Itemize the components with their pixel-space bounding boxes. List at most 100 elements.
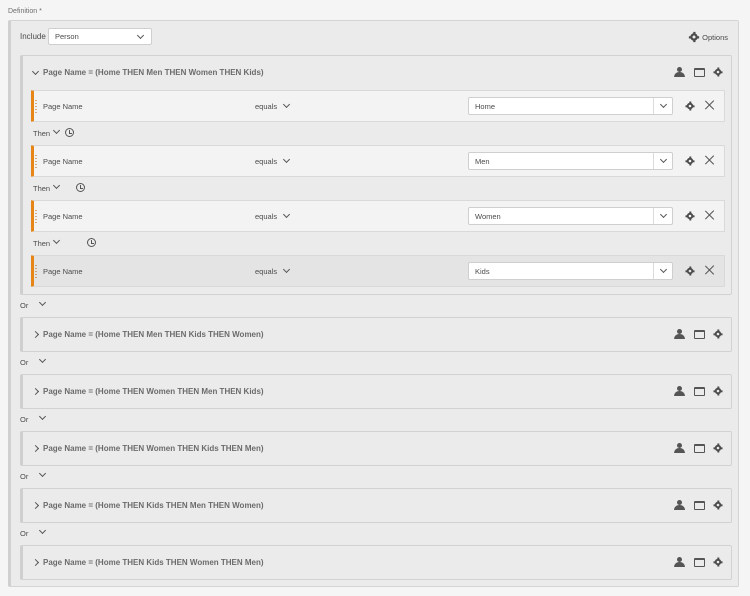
chevron-down-icon[interactable] xyxy=(38,412,47,421)
rule-dimension: Page Name xyxy=(43,157,83,166)
rule-operator[interactable]: equals xyxy=(255,157,277,166)
rule-operator[interactable]: equals xyxy=(255,212,277,221)
window-icon[interactable] xyxy=(694,500,705,510)
rule-value-select[interactable]: Home xyxy=(468,97,673,115)
chevron-down-icon[interactable] xyxy=(282,100,291,109)
person-icon[interactable] xyxy=(674,67,686,77)
container-title: Page Name = (Home THEN Women THEN Men TH… xyxy=(43,387,264,396)
rule-value-select[interactable]: Kids xyxy=(468,262,673,280)
gear-icon[interactable] xyxy=(713,67,723,77)
window-icon[interactable] xyxy=(694,67,705,77)
person-icon[interactable] xyxy=(674,557,686,567)
container-5[interactable]: Page Name = (Home THEN Kids THEN Men THE… xyxy=(20,488,732,523)
or-label: Or xyxy=(20,301,29,310)
chevron-right-icon[interactable] xyxy=(31,501,40,510)
window-icon[interactable] xyxy=(694,443,705,453)
close-icon[interactable] xyxy=(705,210,715,220)
rule-row[interactable]: Page Name equals Kids xyxy=(31,255,725,287)
close-icon[interactable] xyxy=(705,155,715,165)
container-6[interactable]: Page Name = (Home THEN Kids THEN Women T… xyxy=(20,545,732,580)
rule-dimension: Page Name xyxy=(43,102,83,111)
container-title: Page Name = (Home THEN Men THEN Kids THE… xyxy=(43,330,264,339)
chevron-down-icon[interactable] xyxy=(52,126,61,135)
rule-value-select[interactable]: Men xyxy=(468,152,673,170)
rule-operator[interactable]: equals xyxy=(255,102,277,111)
window-icon[interactable] xyxy=(694,329,705,339)
chevron-down-icon[interactable] xyxy=(38,355,47,364)
person-icon[interactable] xyxy=(674,386,686,396)
include-select-value: Person xyxy=(55,32,79,41)
gear-icon[interactable] xyxy=(713,500,723,510)
rule-operator[interactable]: equals xyxy=(255,267,277,276)
chevron-down-icon[interactable] xyxy=(52,181,61,190)
close-icon[interactable] xyxy=(705,100,715,110)
divider xyxy=(653,263,654,279)
container-title: Page Name = (Home THEN Kids THEN Men THE… xyxy=(43,501,264,510)
chevron-down-icon xyxy=(659,210,668,219)
clock-icon[interactable] xyxy=(65,128,74,137)
gear-icon xyxy=(688,31,700,43)
include-label: Include xyxy=(20,32,46,41)
gear-icon[interactable] xyxy=(713,329,723,339)
definition-panel: Include Person Options Page Name = (Home… xyxy=(8,20,739,587)
person-icon[interactable] xyxy=(674,500,686,510)
rule-value: Kids xyxy=(475,266,490,276)
or-label: Or xyxy=(20,529,29,538)
chevron-down-icon[interactable] xyxy=(282,210,291,219)
window-icon[interactable] xyxy=(694,557,705,567)
options-button[interactable]: Options xyxy=(688,31,728,43)
include-select[interactable]: Person xyxy=(48,28,152,45)
rule-value: Home xyxy=(475,101,496,111)
rule-dimension: Page Name xyxy=(43,267,83,276)
gear-icon[interactable] xyxy=(685,156,695,166)
gear-icon[interactable] xyxy=(685,101,695,111)
chevron-down-icon[interactable] xyxy=(38,298,47,307)
person-icon[interactable] xyxy=(674,329,686,339)
chevron-right-icon[interactable] xyxy=(31,387,40,396)
rule-value: Men xyxy=(475,156,490,166)
gear-icon[interactable] xyxy=(713,557,723,567)
drag-handle[interactable] xyxy=(35,99,37,114)
then-label: Then xyxy=(33,129,51,138)
gear-icon[interactable] xyxy=(685,211,695,221)
then-label: Then xyxy=(33,184,51,193)
clock-icon[interactable] xyxy=(87,238,97,247)
drag-handle[interactable] xyxy=(35,154,37,169)
container-3[interactable]: Page Name = (Home THEN Women THEN Men TH… xyxy=(20,374,732,409)
chevron-down-icon[interactable] xyxy=(282,265,291,274)
rule-row[interactable]: Page Name equals Home xyxy=(31,90,725,122)
options-label: Options xyxy=(702,32,728,42)
or-label: Or xyxy=(20,472,29,481)
chevron-down-icon[interactable] xyxy=(282,155,291,164)
container-title: Page Name = (Home THEN Kids THEN Women T… xyxy=(43,558,264,567)
chevron-down-icon[interactable] xyxy=(38,526,47,535)
rule-row[interactable]: Page Name equals Men xyxy=(31,145,725,177)
chevron-down-icon[interactable] xyxy=(52,236,61,245)
container-title: Page Name = (Home THEN Men THEN Women TH… xyxy=(43,68,264,77)
container-2[interactable]: Page Name = (Home THEN Men THEN Kids THE… xyxy=(20,317,732,352)
chevron-down-icon xyxy=(659,155,668,164)
gear-icon[interactable] xyxy=(685,266,695,276)
required-mark: * xyxy=(39,8,42,15)
chevron-down-icon[interactable] xyxy=(31,67,40,76)
person-icon[interactable] xyxy=(674,443,686,453)
chevron-right-icon[interactable] xyxy=(31,558,40,567)
rule-value: Women xyxy=(475,211,501,221)
or-label: Or xyxy=(20,415,29,424)
gear-icon[interactable] xyxy=(713,386,723,396)
close-icon[interactable] xyxy=(705,265,715,275)
drag-handle[interactable] xyxy=(35,209,37,224)
chevron-right-icon[interactable] xyxy=(31,444,40,453)
definition-label: Definition * xyxy=(8,8,42,15)
chevron-down-icon[interactable] xyxy=(38,469,47,478)
rule-row[interactable]: Page Name equals Women xyxy=(31,200,725,232)
rule-dimension: Page Name xyxy=(43,212,83,221)
container-4[interactable]: Page Name = (Home THEN Women THEN Kids T… xyxy=(20,431,732,466)
chevron-right-icon[interactable] xyxy=(31,330,40,339)
clock-icon[interactable] xyxy=(76,183,86,192)
window-icon[interactable] xyxy=(694,386,705,396)
gear-icon[interactable] xyxy=(713,443,723,453)
divider xyxy=(653,153,654,169)
drag-handle[interactable] xyxy=(35,264,37,279)
rule-value-select[interactable]: Women xyxy=(468,207,673,225)
